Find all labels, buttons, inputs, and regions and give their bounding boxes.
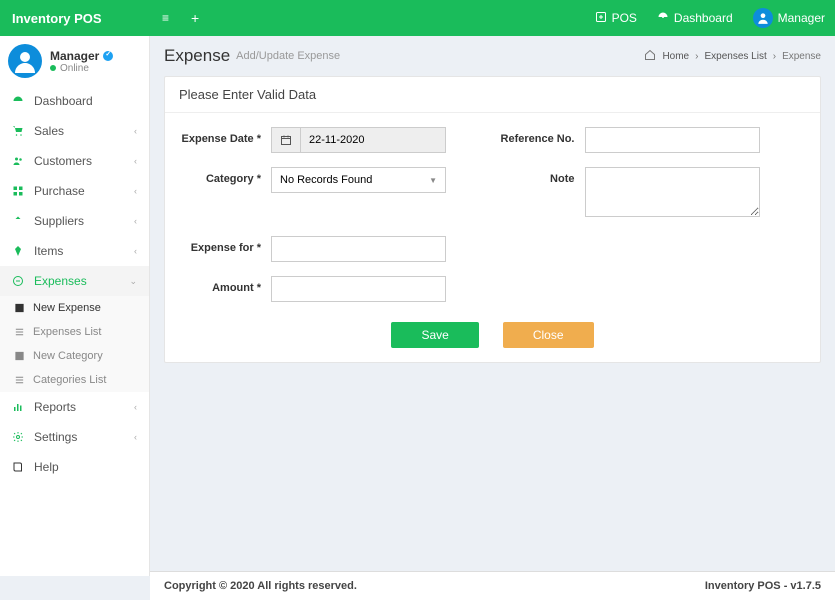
list-icon bbox=[14, 374, 25, 386]
upload-icon bbox=[12, 215, 26, 227]
calendar-icon[interactable] bbox=[271, 127, 300, 153]
reference-input[interactable] bbox=[585, 127, 760, 153]
footer-version: Inventory POS - v1.7.5 bbox=[705, 580, 821, 592]
user-name: Manager bbox=[50, 49, 113, 63]
list-icon bbox=[14, 326, 25, 338]
sidebar: Manager Online Dashboard Sales ‹ Custome… bbox=[0, 36, 150, 576]
caret-down-icon: ▼ bbox=[429, 176, 437, 185]
sidebar-item-purchase[interactable]: Purchase ‹ bbox=[0, 176, 149, 206]
chevron-left-icon: ‹ bbox=[134, 432, 137, 442]
pos-link[interactable]: POS bbox=[585, 11, 647, 26]
users-icon bbox=[12, 155, 26, 167]
avatar bbox=[8, 44, 42, 78]
user-menu[interactable]: Manager bbox=[743, 8, 835, 28]
amount-input[interactable] bbox=[271, 276, 446, 302]
footer-copyright: Copyright © 2020 All rights reserved. bbox=[164, 580, 357, 592]
grid-icon bbox=[12, 185, 26, 197]
breadcrumb-list[interactable]: Expenses List bbox=[704, 51, 766, 62]
user-panel: Manager Online bbox=[0, 36, 149, 86]
dashboard-link[interactable]: Dashboard bbox=[647, 11, 743, 26]
book-icon bbox=[12, 461, 26, 473]
status-dot-icon bbox=[50, 65, 56, 71]
sidebar-item-sales[interactable]: Sales ‹ bbox=[0, 116, 149, 146]
cart-icon bbox=[12, 125, 26, 137]
plus-square-icon bbox=[14, 302, 25, 314]
subnav-expenses-list[interactable]: Expenses List bbox=[0, 320, 149, 344]
breadcrumb-current: Expense bbox=[782, 51, 821, 62]
gear-icon bbox=[12, 431, 26, 443]
menu-toggle-icon[interactable]: ≡ bbox=[150, 11, 181, 25]
brand-logo[interactable]: Inventory POS bbox=[0, 11, 150, 26]
sidebar-item-settings[interactable]: Settings ‹ bbox=[0, 422, 149, 452]
label-date: Expense Date * bbox=[179, 127, 271, 145]
sidebar-item-reports[interactable]: Reports ‹ bbox=[0, 392, 149, 422]
sidebar-item-expenses[interactable]: Expenses ⌄ bbox=[0, 266, 149, 296]
chevron-left-icon: ‹ bbox=[134, 126, 137, 136]
diamond-icon bbox=[12, 245, 26, 257]
minus-circle-icon bbox=[12, 275, 26, 287]
subnav-categories-list[interactable]: Categories List bbox=[0, 368, 149, 392]
expense-for-input[interactable] bbox=[271, 236, 446, 262]
label-expense-for: Expense for * bbox=[179, 236, 271, 254]
topbar: Inventory POS ≡ + POS Dashboard Manager bbox=[0, 0, 835, 36]
plus-square-icon bbox=[14, 350, 25, 362]
breadcrumb-home[interactable]: Home bbox=[662, 51, 689, 62]
content-header: Expense Add/Update Expense Home › Expens… bbox=[150, 36, 835, 76]
dashboard-icon bbox=[657, 11, 669, 26]
avatar-icon bbox=[753, 8, 773, 28]
sidebar-item-dashboard[interactable]: Dashboard bbox=[0, 86, 149, 116]
label-reference: Reference No. bbox=[493, 127, 585, 145]
note-textarea[interactable] bbox=[585, 167, 760, 217]
chevron-left-icon: ‹ bbox=[134, 246, 137, 256]
user-status: Online bbox=[50, 63, 113, 74]
box-title: Please Enter Valid Data bbox=[165, 77, 820, 113]
expense-date-input[interactable] bbox=[300, 127, 446, 153]
main-content: Expense Add/Update Expense Home › Expens… bbox=[150, 36, 835, 576]
expenses-submenu: New Expense Expenses List New Category C… bbox=[0, 296, 149, 392]
page-subtitle: Add/Update Expense bbox=[236, 50, 340, 62]
home-icon bbox=[644, 49, 656, 64]
sidebar-item-items[interactable]: Items ‹ bbox=[0, 236, 149, 266]
label-amount: Amount * bbox=[179, 276, 271, 294]
chevron-left-icon: ‹ bbox=[134, 156, 137, 166]
close-button[interactable]: Close bbox=[503, 322, 594, 348]
page-title: Expense bbox=[164, 46, 230, 66]
save-button[interactable]: Save bbox=[391, 322, 478, 348]
sidebar-item-suppliers[interactable]: Suppliers ‹ bbox=[0, 206, 149, 236]
form-box: Please Enter Valid Data Expense Date * bbox=[164, 76, 821, 363]
verified-icon bbox=[103, 51, 113, 61]
label-note: Note bbox=[493, 167, 585, 185]
breadcrumb: Home › Expenses List › Expense bbox=[644, 49, 821, 64]
chevron-left-icon: ‹ bbox=[134, 402, 137, 412]
plus-square-icon bbox=[595, 11, 607, 26]
label-category: Category * bbox=[179, 167, 271, 185]
chevron-left-icon: ‹ bbox=[134, 186, 137, 196]
subnav-new-category[interactable]: New Category bbox=[0, 344, 149, 368]
sidebar-item-help[interactable]: Help bbox=[0, 452, 149, 482]
dashboard-icon bbox=[12, 95, 26, 107]
sidebar-item-customers[interactable]: Customers ‹ bbox=[0, 146, 149, 176]
add-icon[interactable]: + bbox=[181, 10, 209, 26]
chevron-left-icon: ‹ bbox=[134, 216, 137, 226]
bar-chart-icon bbox=[12, 401, 26, 413]
footer: Copyright © 2020 All rights reserved. In… bbox=[150, 571, 835, 600]
chevron-down-icon: ⌄ bbox=[129, 276, 137, 287]
subnav-new-expense[interactable]: New Expense bbox=[0, 296, 149, 320]
category-select[interactable]: No Records Found ▼ bbox=[271, 167, 446, 193]
